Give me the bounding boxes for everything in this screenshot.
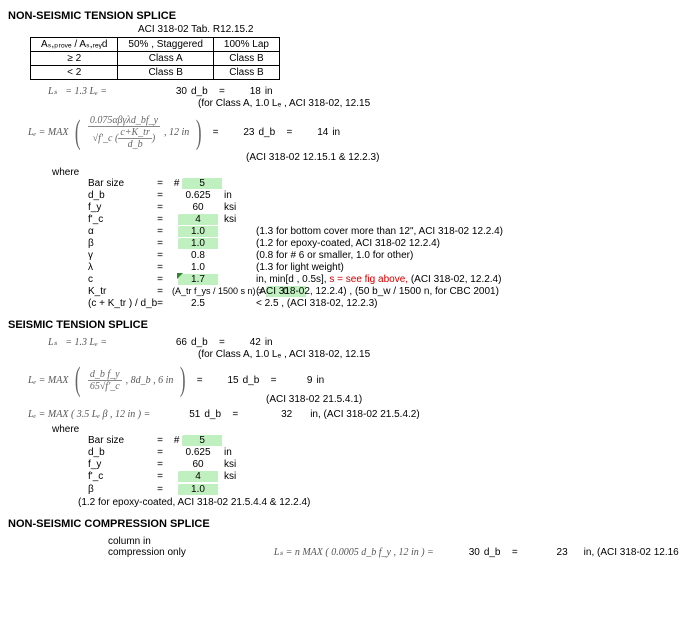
where-label: where [52,167,679,178]
ls-note: (for Class A, 1.0 Lₑ , ACI 318-02, 12.15 [198,98,370,109]
ls-v1: 30 [159,86,187,97]
class-table: Aₛ,ₚᵣₒᵥₑ / Aₛ,ᵣₑᵧd 50% , Staggered 100% … [30,37,280,80]
input-value[interactable]: 4 [178,471,218,482]
input-value[interactable]: 1.0 [178,484,218,495]
input-value[interactable]: 1.0 [178,238,218,249]
section1-title: NON-SEISMIC TENSION SPLICE [8,10,679,22]
input-value[interactable]: 5 [182,435,222,446]
ld-lhs: Lₑ = MAX [28,127,68,138]
input-value[interactable]: 1.0 [178,226,218,237]
input-value[interactable]: 5 [182,178,222,189]
ls-symbol: Lₛ [48,86,57,97]
sec2-footnote: (1.2 for epoxy-coated, ACI 318-02 21.5.4… [78,497,679,508]
section3-title: NON-SEISMIC COMPRESSION SPLICE [8,518,679,530]
section2-title: SEISMIC TENSION SPLICE [8,319,679,331]
ls-eq: = 1.3 Lₑ = [61,86,111,97]
input-value[interactable]: 1.7 [178,274,218,285]
table-ref: ACI 318-02 Tab. R12.15.2 [138,24,679,35]
input-value[interactable]: 4 [178,214,218,225]
